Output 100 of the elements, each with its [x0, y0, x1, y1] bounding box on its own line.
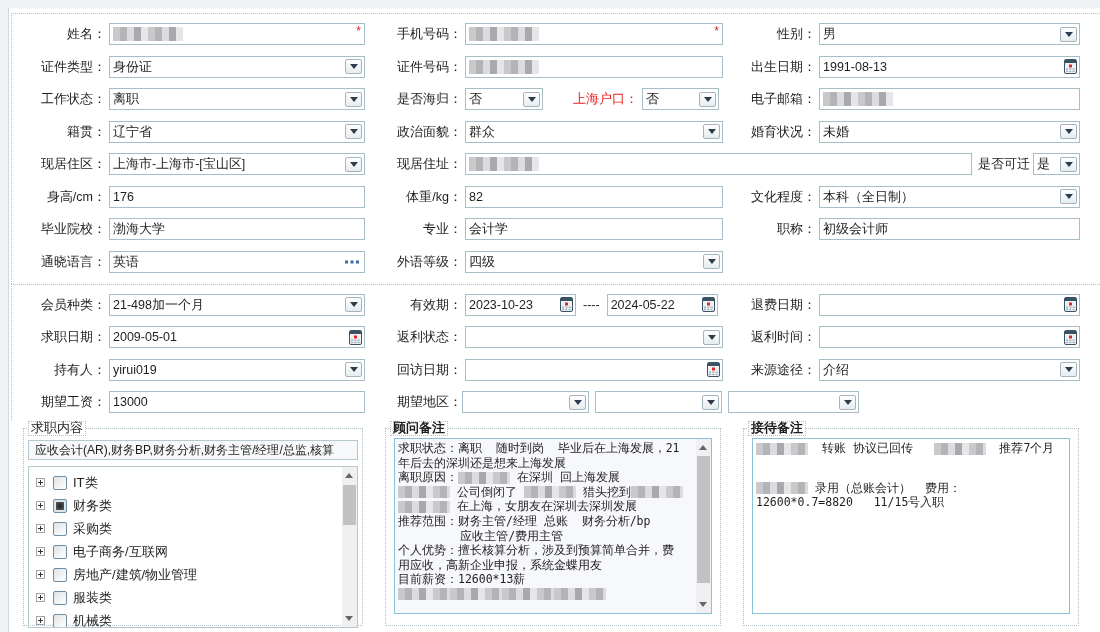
input-field[interactable]: 82	[465, 185, 723, 208]
expand-icon[interactable]	[36, 547, 45, 556]
input-field[interactable]: 渤海大学	[109, 218, 365, 240]
dropdown-button[interactable]	[345, 362, 362, 377]
select-field[interactable]: 离职	[109, 88, 365, 110]
select-field[interactable]: 介绍	[819, 358, 1080, 381]
calendar-icon[interactable]	[1064, 329, 1077, 345]
dropdown-button[interactable]	[839, 394, 856, 410]
dropdown-button[interactable]	[1060, 26, 1077, 42]
date-field[interactable]	[819, 326, 1080, 348]
calendar-icon[interactable]	[707, 362, 720, 377]
select-field[interactable]: 否	[642, 88, 719, 110]
checkbox[interactable]	[53, 613, 67, 627]
input-field[interactable]: 初级会计师	[819, 218, 1080, 240]
select-field[interactable]: 本科（全日制）	[819, 185, 1080, 208]
date-field[interactable]: 2024-05-22	[606, 293, 718, 316]
checkbox[interactable]	[53, 590, 67, 605]
group-title: 接待备注	[748, 421, 806, 436]
expand-icon[interactable]	[36, 570, 45, 579]
field-label: 有效期：	[409, 296, 463, 314]
select-field[interactable]: 上海市-上海市-[宝山区]	[109, 153, 365, 175]
calendar-icon[interactable]	[1064, 297, 1077, 312]
expand-icon[interactable]	[36, 524, 45, 533]
dropdown-button[interactable]	[345, 59, 362, 74]
select-field[interactable]	[465, 326, 723, 348]
tree-item[interactable]: IT类	[73, 473, 98, 492]
select-field[interactable]	[728, 391, 859, 413]
dropdown-button[interactable]	[345, 91, 362, 107]
checkbox[interactable]	[53, 498, 67, 513]
select-field[interactable]: 男	[819, 23, 1080, 45]
checkbox[interactable]	[53, 544, 67, 559]
dropdown-button[interactable]	[1060, 362, 1077, 377]
date-field[interactable]: 2023-10-23	[465, 293, 576, 316]
checkbox[interactable]	[53, 475, 67, 490]
input-field[interactable]	[465, 153, 972, 175]
checkbox[interactable]	[53, 567, 67, 582]
blurred-text	[469, 157, 539, 171]
select-field[interactable]: 身份证	[109, 55, 365, 78]
picker-field[interactable]: 英语	[109, 250, 365, 273]
field-label: 是否可迁	[978, 156, 1031, 173]
select-field[interactable]: 21-498加一个月	[109, 293, 365, 316]
dropdown-button[interactable]	[345, 156, 362, 172]
select-field[interactable]: 四级	[465, 250, 723, 273]
field-label: 退费日期：	[750, 296, 817, 314]
select-field[interactable]: 辽宁省	[109, 120, 365, 143]
expand-icon[interactable]	[36, 593, 45, 602]
dropdown-button[interactable]	[1060, 156, 1077, 172]
dropdown-button[interactable]	[523, 91, 540, 107]
dropdown-button[interactable]	[569, 394, 586, 410]
tree-item[interactable]: 财务类	[73, 496, 112, 515]
date-field[interactable]	[465, 358, 723, 381]
input-field[interactable]: 13000	[109, 391, 365, 413]
dropdown-button[interactable]	[702, 394, 719, 410]
scrollbar[interactable]	[696, 439, 711, 613]
input-field[interactable]: 176	[109, 185, 365, 208]
select-field[interactable]	[595, 391, 722, 413]
input-field[interactable]: *	[465, 23, 723, 45]
expand-icon[interactable]	[36, 478, 45, 487]
tree-item[interactable]: 电子商务/互联网	[73, 542, 168, 561]
dropdown-button[interactable]	[699, 91, 716, 107]
dropdown-button[interactable]	[345, 124, 362, 139]
calendar-icon[interactable]	[560, 297, 573, 312]
dropdown-button[interactable]	[1060, 189, 1077, 204]
tree-item[interactable]: 服装类	[73, 588, 112, 607]
date-field[interactable]	[819, 293, 1080, 316]
notes-field[interactable]: 转账 协议已回传 推荐7个月 录用（总账会计） 费用： 12600*0.7=8820 11/15号入职	[752, 438, 1070, 614]
calendar-icon[interactable]	[1064, 59, 1077, 74]
input-field[interactable]: *	[109, 23, 365, 45]
select-field[interactable]: 是	[1033, 153, 1080, 175]
select-field[interactable]: 未婚	[819, 120, 1080, 143]
field-label: 期望地区：	[396, 394, 463, 411]
select-field[interactable]	[462, 391, 589, 413]
checkbox[interactable]	[53, 521, 67, 536]
note-text: 应收主管/费用主管	[459, 528, 564, 543]
select-field[interactable]: yirui019	[109, 358, 365, 381]
dropdown-button[interactable]	[703, 124, 720, 139]
tree-item[interactable]: 房地产/建筑/物业管理	[73, 565, 198, 584]
date-field[interactable]: 2009-05-01	[109, 326, 365, 348]
field-label: 返利状态：	[396, 329, 463, 346]
select-field[interactable]: 群众	[465, 120, 723, 143]
dropdown-button[interactable]	[703, 254, 720, 269]
more-icon[interactable]	[345, 259, 359, 264]
input-field[interactable]: 会计学	[465, 218, 723, 240]
summary-field[interactable]: 应收会计(AR),财务BP,财务分析,财务主管/经理/总监,核算	[28, 440, 358, 460]
field-label: 工作状态：	[40, 91, 107, 108]
calendar-icon[interactable]	[349, 329, 362, 345]
tree-item[interactable]: 采购类	[73, 519, 112, 538]
expand-icon[interactable]	[36, 501, 45, 510]
dropdown-button[interactable]	[345, 297, 362, 312]
date-field[interactable]: 1991-08-13	[819, 55, 1080, 78]
select-field[interactable]: 否	[465, 88, 543, 110]
expand-icon[interactable]	[36, 616, 45, 625]
input-field[interactable]	[465, 55, 723, 78]
dropdown-button[interactable]	[1060, 124, 1077, 139]
notes-field[interactable]: 求职状态：离职 随时到岗 毕业后在上海发展，21 年后去的深圳还是想来上海发展 离职原因： 在深圳 回上海发展 公司倒闭了 猎头挖到 在上海，女朋友在深圳去深圳发展 推荐范围：财务主管/经理 总账 财务分析/bp 应收主管/费用主管 个人优势：擅长核算分析，涉及到预算简单合并，费 用应收，高新企业申报，系统金蝶用友 目前薪资：12600*13薪	[394, 438, 712, 614]
scrollbar[interactable]	[342, 467, 357, 627]
input-field[interactable]	[819, 88, 1080, 110]
tree-item[interactable]: 机械类	[73, 611, 112, 627]
calendar-icon[interactable]	[701, 297, 715, 312]
dropdown-button[interactable]	[703, 329, 720, 345]
